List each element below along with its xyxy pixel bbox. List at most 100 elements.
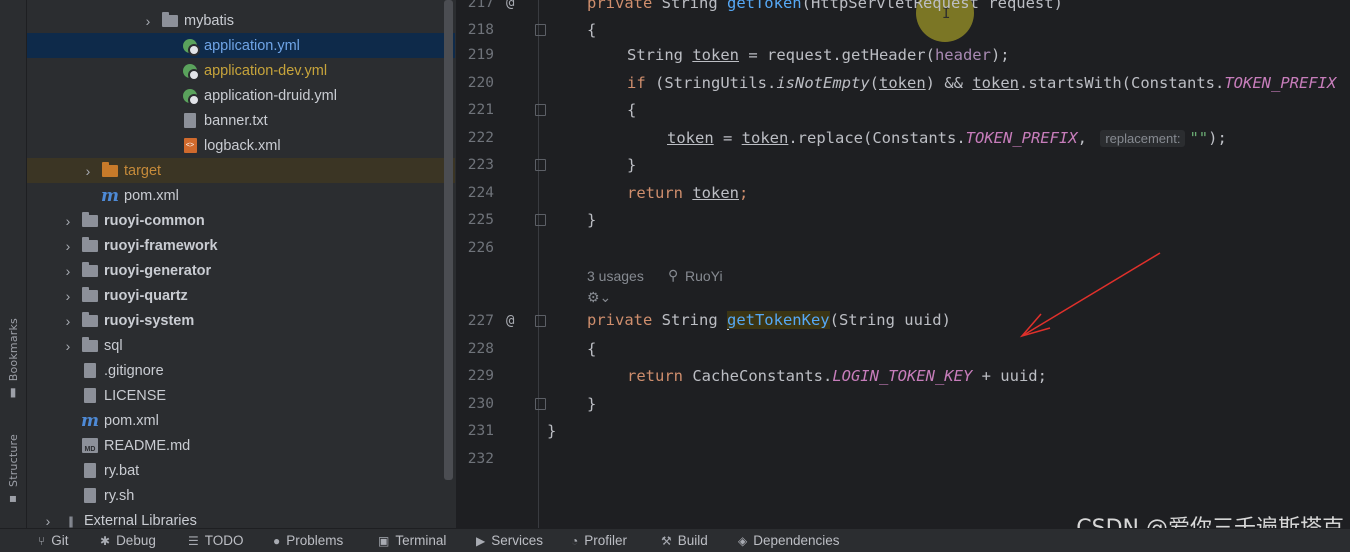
tool-tab-build[interactable]: ⚒ Build: [661, 533, 708, 548]
tree-item[interactable]: m pom.xml: [27, 408, 455, 433]
tree-item[interactable]: MD README.md: [27, 433, 455, 458]
git-icon: ⑂: [38, 533, 46, 548]
tool-tab-problems[interactable]: ● Problems: [273, 533, 343, 548]
bottom-tool-bar: ⑂ Git ✱ Debug ☰ TODO ● Problems ▣ Terminal ▶ Servic…: [0, 528, 1350, 552]
tree-item[interactable]: application-druid.yml: [27, 83, 455, 108]
problems-icon: ●: [273, 533, 281, 548]
tool-tab-todo[interactable]: ☰ TODO: [188, 533, 244, 548]
expand-arrow-icon[interactable]: ›: [61, 288, 75, 304]
tree-item-label: pom.xml: [124, 187, 179, 204]
tree-item[interactable]: LICENSE: [27, 383, 455, 408]
tree-item[interactable]: › ruoyi-generator: [27, 258, 455, 283]
tool-tab-label: TODO: [204, 533, 244, 548]
expand-arrow-icon[interactable]: ›: [61, 263, 75, 279]
module-folder-icon: [81, 311, 99, 329]
tool-tab-label: Profiler: [584, 533, 628, 548]
tree-item[interactable]: › target: [27, 158, 455, 183]
tree-item[interactable]: › ruoyi-framework: [27, 233, 455, 258]
tree-item-label: ruoyi-generator: [104, 262, 212, 279]
tree-item-label: External Libraries: [84, 512, 197, 529]
bookmark-icon: ▮: [9, 385, 17, 400]
build-icon: ⚒: [661, 533, 672, 548]
tree-item-label: ry.sh: [104, 487, 135, 504]
file-icon: [81, 488, 99, 504]
tree-item[interactable]: application.yml: [27, 33, 455, 58]
tree-item[interactable]: application-dev.yml: [27, 58, 455, 83]
tree-item[interactable]: › ruoyi-system: [27, 308, 455, 333]
tree-item-label: application-dev.yml: [204, 62, 328, 79]
file-icon: [81, 463, 99, 479]
tree-item[interactable]: › sql: [27, 333, 455, 358]
tree-item[interactable]: <> logback.xml: [27, 133, 455, 158]
module-folder-icon: [81, 211, 99, 229]
maven-icon: m: [81, 410, 99, 431]
tool-tab-label: Build: [677, 533, 708, 548]
structure-tab-label: Structure: [6, 434, 20, 487]
tree-item-label: ry.bat: [104, 462, 140, 479]
tree-item[interactable]: ry.bat: [27, 458, 455, 483]
expand-arrow-icon[interactable]: ›: [141, 13, 155, 29]
expand-arrow-icon[interactable]: ›: [61, 238, 75, 254]
tree-item[interactable]: › ruoyi-quartz: [27, 283, 455, 308]
tool-tab-services[interactable]: ▶ Services: [476, 533, 543, 548]
left-tool-strip: Bookmarks ▮ Structure ▪: [0, 0, 27, 528]
tree-item-label: README.md: [104, 437, 191, 454]
bookmarks-tab[interactable]: Bookmarks ▮: [2, 318, 24, 399]
annotation-arrow: [1019, 252, 1161, 338]
tool-tab-terminal[interactable]: ▣ Terminal: [378, 533, 446, 548]
excluded-folder-icon: [101, 161, 119, 179]
tree-item[interactable]: .gitignore: [27, 358, 455, 383]
tree-item-label: target: [124, 162, 162, 179]
project-tree-scrollbar[interactable]: [444, 0, 453, 480]
tree-item[interactable]: › mybatis: [27, 8, 455, 33]
tool-tab-label: Debug: [116, 533, 156, 548]
tree-item[interactable]: › ||| External Libraries: [27, 508, 455, 529]
tree-item-label: ruoyi-quartz: [104, 287, 188, 304]
xml-file-icon: <>: [181, 138, 199, 154]
tool-tab-debug[interactable]: ✱ Debug: [100, 533, 156, 548]
tree-item[interactable]: m pom.xml: [27, 183, 455, 208]
structure-tab[interactable]: Structure ▪: [2, 434, 24, 505]
folder-icon: [81, 336, 99, 354]
tool-tab-dependencies[interactable]: ◈ Dependencies: [738, 533, 840, 548]
expand-arrow-icon[interactable]: ›: [61, 213, 75, 229]
module-folder-icon: [81, 286, 99, 304]
maven-icon: m: [101, 185, 119, 206]
file-icon: [81, 388, 99, 404]
tool-tab-label: Git: [51, 533, 69, 548]
code-editor[interactable]: I 217 @ private String getToken(HttpServ…: [456, 0, 1350, 528]
module-folder-icon: [81, 236, 99, 254]
tree-item-label: application.yml: [204, 37, 300, 54]
debug-icon: ✱: [100, 533, 111, 548]
spring-config-icon: [181, 88, 200, 106]
tree-item-label: ruoyi-framework: [104, 237, 218, 254]
bookmarks-tab-label: Bookmarks: [6, 318, 20, 382]
tree-item[interactable]: banner.txt: [27, 108, 455, 133]
library-icon: |||: [68, 513, 74, 528]
tree-item[interactable]: › ruoyi-common: [27, 208, 455, 233]
tree-item-label: ruoyi-common: [104, 212, 205, 229]
tool-tab-git[interactable]: ⑂ Git: [38, 533, 68, 548]
expand-arrow-icon[interactable]: ›: [81, 163, 95, 179]
tool-tab-profiler[interactable]: ◔ Profiler: [571, 533, 627, 548]
tree-item-label: sql: [104, 337, 123, 354]
markdown-icon: MD: [81, 438, 99, 454]
expand-arrow-icon[interactable]: ›: [61, 313, 75, 329]
tree-item-label: ruoyi-system: [104, 312, 195, 329]
expand-arrow-icon[interactable]: ›: [61, 338, 75, 354]
services-icon: ▶: [476, 533, 486, 548]
todo-icon: ☰: [188, 533, 199, 548]
tree-item-label: mybatis: [184, 12, 234, 29]
tool-tab-label: Services: [491, 533, 543, 548]
file-icon: [81, 363, 99, 379]
spring-config-icon: [181, 63, 200, 81]
tree-item-label: LICENSE: [104, 387, 167, 404]
tree-item-label: pom.xml: [104, 412, 159, 429]
tree-item[interactable]: ry.sh: [27, 483, 455, 508]
tree-item-label: logback.xml: [204, 137, 281, 154]
module-folder-icon: [81, 261, 99, 279]
tree-item-label: application-druid.yml: [204, 87, 337, 104]
expand-arrow-icon[interactable]: ›: [41, 513, 55, 529]
project-tree: › mybatis application.yml application-dev.y…: [27, 0, 455, 528]
spring-config-icon: [181, 38, 200, 56]
